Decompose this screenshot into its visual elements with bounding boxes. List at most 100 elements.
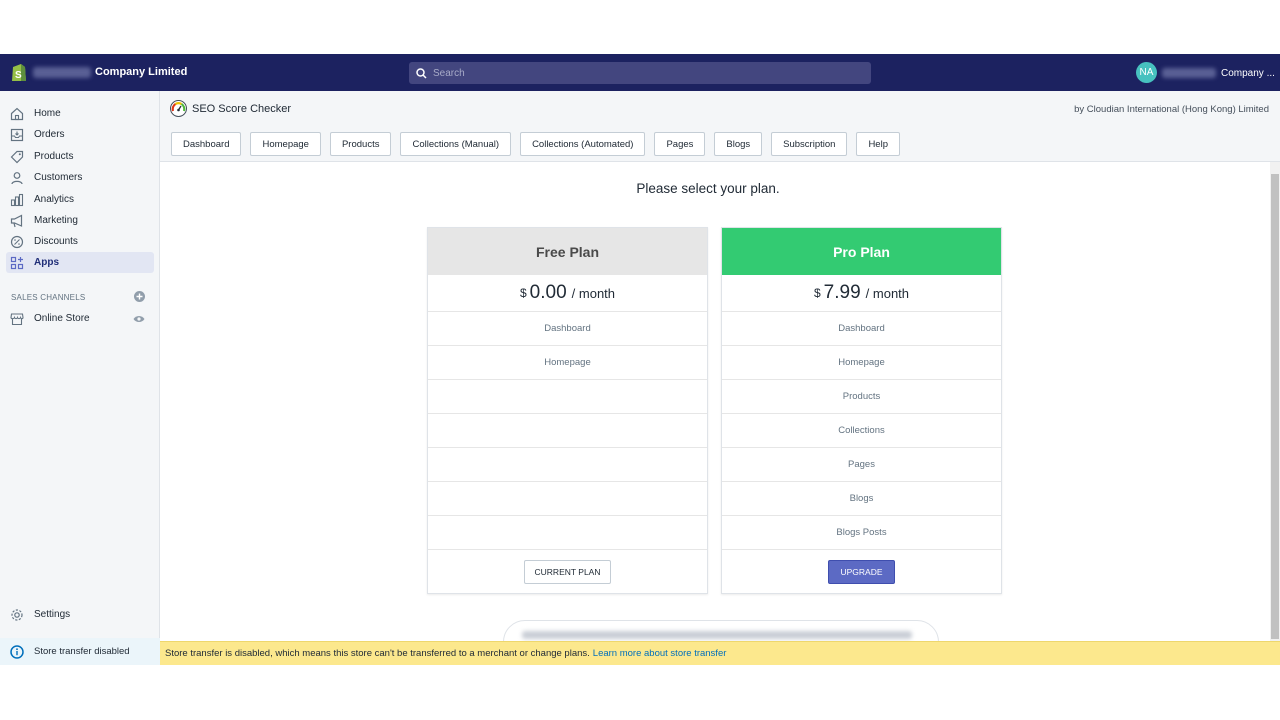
tab-blogs[interactable]: Blogs xyxy=(714,132,763,156)
tab-help[interactable]: Help xyxy=(856,132,900,156)
megaphone-icon xyxy=(10,214,23,227)
sidebar-item-marketing[interactable]: Marketing xyxy=(6,210,154,231)
plan-feature: Blogs xyxy=(722,482,1001,516)
sidebar-item-online-store[interactable]: Online Store xyxy=(6,308,154,329)
search-input[interactable] xyxy=(433,67,853,79)
tag-icon xyxy=(10,150,24,163)
sidebar-item-label: Products xyxy=(34,151,74,162)
upgrade-button[interactable]: UPGRADE xyxy=(828,559,895,584)
apps-icon xyxy=(10,256,24,269)
current-plan-button[interactable]: CURRENT PLAN xyxy=(523,559,612,584)
plan-feature xyxy=(428,516,707,550)
shopify-logo-icon[interactable]: S xyxy=(10,63,27,82)
plan-name: Pro Plan xyxy=(722,228,1001,275)
sidebar-item-discounts[interactable]: Discounts xyxy=(6,231,154,252)
price-period: / month xyxy=(571,285,616,301)
tab-subscription[interactable]: Subscription xyxy=(771,132,848,156)
sidebar-item-label: Customers xyxy=(34,172,83,183)
tab-collections-manual[interactable]: Collections (Manual) xyxy=(400,132,512,156)
price-amount: 0.00 xyxy=(529,282,567,303)
app-developer[interactable]: by Cloudian International (Hong Kong) Li… xyxy=(1074,104,1269,115)
sales-channels-title: SALES CHANNELS xyxy=(11,293,86,302)
sidebar-item-label: Discounts xyxy=(34,236,78,247)
user-name-redacted xyxy=(1162,68,1216,78)
sidebar-item-orders[interactable]: Orders xyxy=(6,124,154,145)
tab-collections-automated[interactable]: Collections (Automated) xyxy=(520,132,646,156)
plan-feature: Dashboard xyxy=(722,312,1001,346)
scrollbar-thumb[interactable] xyxy=(1271,174,1279,639)
plan-price: $ 7.99 / month xyxy=(722,275,1001,312)
store-transfer-status[interactable]: Store transfer disabled xyxy=(0,638,160,665)
sidebar-item-analytics[interactable]: Analytics xyxy=(6,189,154,210)
store-name-redacted xyxy=(33,67,91,78)
app-nav-tabs: Dashboard Homepage Products Collections … xyxy=(171,132,900,156)
plan-feature: Products xyxy=(722,380,1001,414)
plan-feature: Pages xyxy=(722,448,1001,482)
store-transfer-banner: Store transfer is disabled, which means … xyxy=(160,641,1280,665)
sidebar-item-products[interactable]: Products xyxy=(6,146,154,167)
plan-feature xyxy=(428,414,707,448)
sidebar-item-settings[interactable]: Settings xyxy=(6,604,154,625)
learn-more-link[interactable]: Learn more about store transfer xyxy=(593,648,727,659)
sidebar-item-label: Settings xyxy=(34,609,71,620)
discount-icon xyxy=(10,235,24,248)
sidebar-item-home[interactable]: Home xyxy=(6,103,154,124)
price-amount: 7.99 xyxy=(823,282,861,303)
admin-shell: S Company Limited NA Company ... Home Or… xyxy=(0,54,1280,665)
sidebar-item-label: Analytics xyxy=(34,194,75,205)
tab-products[interactable]: Products xyxy=(329,132,392,156)
gear-icon xyxy=(11,608,23,621)
eye-icon[interactable] xyxy=(133,315,145,323)
avatar[interactable]: NA xyxy=(1136,62,1157,83)
main-content: SEO Score Checker by Cloudian Internatio… xyxy=(160,91,1280,665)
tab-homepage[interactable]: Homepage xyxy=(250,132,321,156)
bar-chart-icon xyxy=(10,193,24,206)
plan-feature: Homepage xyxy=(428,346,707,380)
svg-text:S: S xyxy=(15,70,22,81)
plan-feature: Dashboard xyxy=(428,312,707,346)
seo-gauge-icon xyxy=(170,100,187,117)
app-title: SEO Score Checker xyxy=(192,103,292,115)
plan-name: Free Plan xyxy=(428,228,707,275)
plan-feature: Homepage xyxy=(722,346,1001,380)
plan-price: $ 0.00 / month xyxy=(428,275,707,312)
plan-footer: CURRENT PLAN xyxy=(428,550,707,593)
sidebar-item-label: Orders xyxy=(34,129,65,140)
price-currency: $ xyxy=(813,286,821,300)
search-icon xyxy=(416,67,427,79)
sidebar-item-label: Home xyxy=(34,108,61,119)
footer-text-obscured xyxy=(522,631,912,639)
banner-text: Store transfer is disabled, which means … xyxy=(165,648,590,659)
orders-icon xyxy=(10,128,24,141)
plan-feature: Collections xyxy=(722,414,1001,448)
plan-heading: Please select your plan. xyxy=(636,181,780,196)
person-icon xyxy=(11,171,23,184)
plan-footer: UPGRADE xyxy=(722,550,1001,593)
plan-feature xyxy=(428,448,707,482)
plan-feature xyxy=(428,380,707,414)
sidebar-item-label: Online Store xyxy=(34,313,90,324)
sidebar-item-label: Apps xyxy=(34,257,59,268)
store-icon xyxy=(10,312,24,325)
price-period: / month xyxy=(865,285,910,301)
main-scrollbar[interactable] xyxy=(1270,162,1280,665)
top-bar: S Company Limited NA Company ... xyxy=(0,54,1280,91)
tab-dashboard[interactable]: Dashboard xyxy=(171,132,242,156)
tab-pages[interactable]: Pages xyxy=(654,132,706,156)
search-bar[interactable] xyxy=(409,62,871,84)
sidebar-item-customers[interactable]: Customers xyxy=(6,167,154,188)
sidebar-item-apps[interactable]: Apps xyxy=(6,252,154,273)
add-sales-channel-icon[interactable] xyxy=(134,291,145,302)
price-currency: $ xyxy=(519,286,527,300)
plan-feature: Blogs Posts xyxy=(722,516,1001,550)
user-name[interactable]: Company ... xyxy=(1221,68,1275,79)
info-icon xyxy=(10,644,24,659)
app-header: SEO Score Checker by Cloudian Internatio… xyxy=(160,91,1280,162)
sidebar: Home Orders Products Customers Analytics… xyxy=(0,91,160,665)
home-icon xyxy=(10,107,24,120)
plan-feature xyxy=(428,482,707,516)
store-name[interactable]: Company Limited xyxy=(95,66,187,78)
sidebar-item-label: Marketing xyxy=(34,215,78,226)
free-plan-card: Free Plan $ 0.00 / month Dashboard Homep… xyxy=(427,227,708,594)
pro-plan-card: Pro Plan $ 7.99 / month Dashboard Homepa… xyxy=(721,227,1002,594)
